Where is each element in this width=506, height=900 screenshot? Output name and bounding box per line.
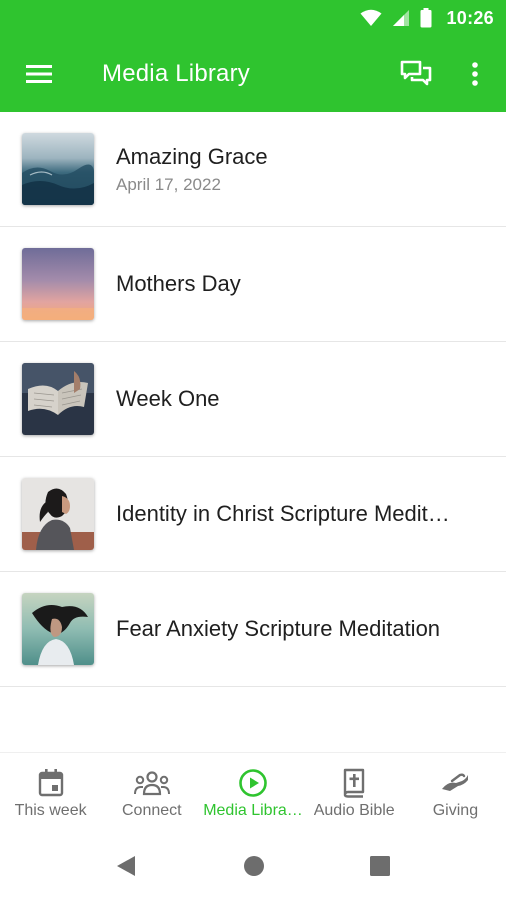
bottom-navigation: This week Connect Media Libra… Audio Bib… [0, 752, 506, 832]
giving-hand-icon [440, 767, 470, 799]
play-circle-icon [238, 767, 268, 799]
chat-icon [400, 60, 432, 86]
list-item[interactable]: Fear Anxiety Scripture Meditation [0, 572, 506, 687]
thumbnail-woman-profile [22, 478, 94, 550]
chat-button[interactable] [398, 58, 434, 90]
tab-label: Media Libra… [203, 802, 303, 819]
list-item[interactable]: Amazing Grace April 17, 2022 [0, 112, 506, 227]
recents-button[interactable] [368, 854, 392, 878]
recents-icon [370, 856, 390, 876]
app-bar: Media Library [0, 36, 506, 112]
back-button[interactable] [114, 854, 138, 878]
tab-label: Giving [432, 802, 479, 819]
menu-icon [26, 65, 52, 83]
page-title: Media Library [102, 60, 250, 87]
group-icon [133, 767, 170, 799]
status-time: 10:26 [446, 7, 494, 28]
system-navigation [0, 832, 506, 900]
home-icon [244, 856, 264, 876]
tab-connect[interactable]: Connect [101, 753, 202, 832]
menu-button[interactable] [24, 60, 54, 88]
thumbnail-open-book [22, 363, 94, 435]
bible-icon [342, 767, 366, 799]
tab-media-library[interactable]: Media Libra… [202, 753, 303, 832]
tab-label: This week [14, 802, 87, 819]
list-item[interactable]: Identity in Christ Scripture Medit… [0, 457, 506, 572]
status-bar: 10:26 [0, 0, 506, 36]
battery-icon [420, 8, 432, 28]
list-item[interactable]: Week One [0, 342, 506, 457]
home-button[interactable] [242, 854, 266, 878]
media-list: Amazing Grace April 17, 2022 Mothers Day… [0, 112, 506, 687]
calendar-icon [38, 767, 64, 799]
item-title: Mothers Day [116, 271, 241, 296]
thumbnail-sunset-sky [22, 248, 94, 320]
thumbnail-woman-hair-wind [22, 593, 94, 665]
more-vert-icon [472, 62, 478, 86]
signal-icon [392, 9, 410, 27]
thumbnail-ocean-waves [22, 133, 94, 205]
tab-label: Audio Bible [313, 802, 395, 819]
item-title: Identity in Christ Scripture Medit… [116, 501, 450, 526]
item-title: Week One [116, 386, 220, 411]
wifi-icon [360, 9, 382, 27]
item-date: April 17, 2022 [116, 174, 221, 194]
tab-giving[interactable]: Giving [405, 753, 506, 832]
tab-label: Connect [122, 802, 182, 819]
back-icon [117, 856, 135, 876]
tab-audio-bible[interactable]: Audio Bible [304, 753, 405, 832]
tab-this-week[interactable]: This week [0, 753, 101, 832]
item-title: Amazing Grace [116, 143, 268, 169]
list-item[interactable]: Mothers Day [0, 227, 506, 342]
more-options-button[interactable] [460, 58, 490, 90]
item-title: Fear Anxiety Scripture Meditation [116, 616, 441, 641]
